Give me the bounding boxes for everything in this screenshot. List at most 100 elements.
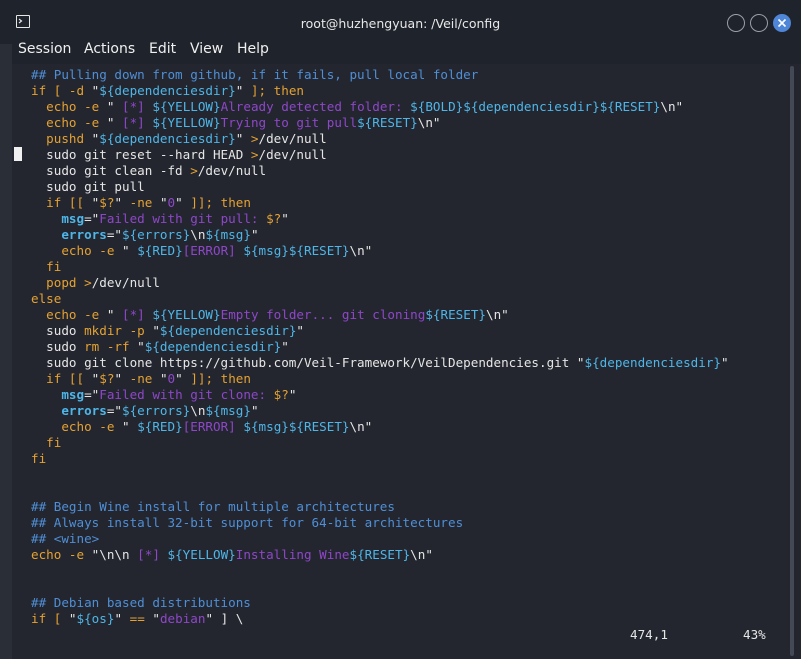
code-token: \n" <box>349 419 373 434</box>
code-line: if [ "${os}" == "debian" ] \ <box>31 611 729 627</box>
code-token: [*] <box>122 115 153 130</box>
code-token: ${dependenciesdir} <box>144 339 282 354</box>
code-line: echo -e "\n\n [*] ${YELLOW}Installing Wi… <box>31 547 729 563</box>
code-token: msg <box>61 211 85 226</box>
code-token: ## Pulling down from github, if it fails… <box>31 67 479 82</box>
code-token: \n" <box>410 547 433 562</box>
code-token: " <box>281 211 289 226</box>
code-text[interactable]: ## Pulling down from github, if it fails… <box>31 67 729 627</box>
code-token: /dev/null <box>197 163 267 178</box>
code-token: fi <box>46 435 62 450</box>
code-token: -ne <box>129 195 160 210</box>
cursor-position: 474,1 <box>630 627 668 642</box>
code-token: echo -e <box>61 243 123 258</box>
code-token: ## <wine> <box>31 531 100 546</box>
code-token: \n" <box>417 115 441 130</box>
code-token: " <box>106 115 123 130</box>
code-token: rm -rf <box>84 339 138 354</box>
code-token: echo -e <box>61 419 123 434</box>
code-token: echo -e <box>46 99 107 114</box>
code-token: ${msg} <box>205 227 251 242</box>
code-token: " <box>152 323 160 338</box>
menu-edit[interactable]: Edit <box>149 41 176 57</box>
code-token: ## Begin Wine install for multiple archi… <box>31 499 395 514</box>
code-token: ${RED} <box>137 243 183 258</box>
code-token: > <box>250 131 259 146</box>
code-line: fi <box>31 259 729 275</box>
code-token: " <box>159 371 168 386</box>
code-token: " <box>152 611 160 626</box>
code-token: " <box>235 131 251 146</box>
code-token: if [ <box>31 611 69 626</box>
code-token: =" <box>106 227 123 242</box>
code-token: ${msg} <box>205 403 251 418</box>
code-token: pushd <box>46 131 92 146</box>
code-token: \n" <box>660 99 684 114</box>
code-token: if [ -d <box>31 83 92 98</box>
code-token: sudo <box>31 323 85 338</box>
desktop-edge <box>0 0 12 659</box>
code-line: ## Pulling down from github, if it fails… <box>31 67 729 83</box>
terminal-window: root@huzhengyuan: /Veil/config Session A… <box>0 0 801 659</box>
code-line: echo -e " [*] ${YELLOW}Trying to git pul… <box>31 115 729 131</box>
code-line: echo -e " ${RED}[ERROR] ${msg}${RESET}\n… <box>31 419 729 435</box>
code-token: ${dependenciesdir} <box>584 355 721 370</box>
code-token: \n" <box>349 243 373 258</box>
scrollbar[interactable] <box>784 64 801 659</box>
code-token: errors <box>61 227 107 242</box>
code-line: sudo git reset --hard HEAD >/dev/null <box>31 147 729 163</box>
code-token: > <box>190 163 198 178</box>
code-token: " <box>137 339 145 354</box>
code-token: errors <box>61 403 107 418</box>
code-token: sudo git reset --hard HEAD <box>31 147 251 162</box>
code-line: ## Begin Wine install for multiple archi… <box>31 499 729 515</box>
title-bar[interactable]: root@huzhengyuan: /Veil/config <box>0 0 801 44</box>
code-token: " <box>288 387 297 402</box>
menu-actions[interactable]: Actions <box>84 41 135 57</box>
menu-help[interactable]: Help <box>237 41 269 57</box>
code-token: =" <box>84 387 100 402</box>
code-token: " <box>106 99 123 114</box>
code-token: Failed with git clone: <box>99 387 274 402</box>
code-token: ${YELLOW} <box>152 115 221 130</box>
code-token: " <box>250 403 259 418</box>
scroll-percent: 43% <box>743 627 766 642</box>
code-token: " <box>68 611 77 626</box>
code-token: echo -e <box>46 115 107 130</box>
code-token: /dev/null <box>258 147 327 162</box>
code-token: if [[ <box>46 371 92 386</box>
code-line: sudo rm -rf "${dependenciesdir}" <box>31 339 729 355</box>
code-line: fi <box>31 451 729 467</box>
code-line: echo -e " [*] ${YELLOW}Empty folder... g… <box>31 307 729 323</box>
code-line: sudo git pull <box>31 179 729 195</box>
code-line: else <box>31 291 729 307</box>
code-token: " <box>250 227 259 242</box>
code-token: /dev/null <box>91 275 160 290</box>
code-token: " <box>175 371 183 386</box>
code-token: " <box>114 611 130 626</box>
scroll-thumb[interactable] <box>790 66 794 656</box>
code-token: fi <box>31 451 47 466</box>
minimize-icon[interactable] <box>727 14 745 32</box>
code-token: [ERROR] <box>182 243 244 258</box>
menu-session[interactable]: Session <box>18 41 71 57</box>
code-token: Installing Wine <box>235 547 350 562</box>
close-icon[interactable] <box>773 14 791 32</box>
code-token: echo -e <box>46 307 107 322</box>
code-token: "\n\n <box>91 547 138 562</box>
maximize-icon[interactable] <box>750 14 768 32</box>
code-token: ${YELLOW} <box>152 307 221 322</box>
code-token: " <box>296 323 304 338</box>
menu-view[interactable]: View <box>190 41 223 57</box>
code-line: msg="Failed with git clone: $?" <box>31 387 729 403</box>
code-line: errors="${errors}\n${msg}" <box>31 403 729 419</box>
code-token: ${os} <box>76 611 115 626</box>
code-token: $? <box>99 195 115 210</box>
code-token: echo -e <box>31 547 92 562</box>
